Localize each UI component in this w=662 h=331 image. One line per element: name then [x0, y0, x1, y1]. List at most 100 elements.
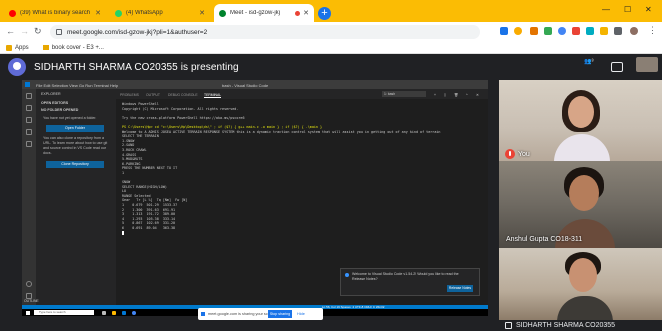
tab-title: Meet - isd-gzow-jkj — [230, 10, 281, 16]
extension-icon[interactable] — [530, 27, 538, 35]
address-bar[interactable]: meet.google.com/isd-gzow-jkj?pli=1&authu… — [50, 25, 480, 39]
person-face — [569, 175, 599, 211]
shared-screen: File Edit Selection View Go Run Terminal… — [22, 80, 488, 316]
extension-icon[interactable] — [572, 27, 580, 35]
explorer-sidebar: EXPLORER OPEN EDITORS NO FOLDER OPENED Y… — [36, 89, 116, 305]
task-view-icon[interactable] — [102, 310, 106, 315]
terminal-output[interactable]: Windows PowerShell Copyright (C) Microsof… — [122, 102, 482, 235]
more-menu-icon[interactable]: ⋮ — [648, 25, 657, 36]
forward-icon[interactable]: → — [20, 26, 29, 36]
browser-tab-meet[interactable]: Meet - isd-gzow-jkj ✕ — [214, 4, 314, 22]
profile-avatar[interactable] — [630, 27, 638, 35]
bookmark-book-cover[interactable]: book cover - E3 +... — [42, 44, 104, 51]
minimize-icon[interactable]: — — [602, 5, 610, 14]
trash-icon[interactable]: 🗑 — [454, 93, 458, 97]
bookmark-label: book cover - E3 +... — [51, 44, 104, 51]
person-face — [569, 258, 597, 292]
meet-icon — [219, 9, 226, 17]
explorer-header: EXPLORER — [41, 92, 61, 96]
lock-icon — [56, 29, 62, 35]
puzzle-icon[interactable] — [614, 27, 622, 35]
tab-title: (39) What is binary search - Yo... — [20, 10, 92, 16]
browser-toolbar: ← → ↻ meet.google.com/isd-gzow-jkj?pli=1… — [0, 22, 662, 42]
shell-select[interactable]: 1: bash — [382, 91, 426, 97]
new-terminal-icon[interactable]: + — [434, 93, 436, 97]
chat-icon[interactable] — [611, 62, 623, 72]
extension-icon[interactable] — [600, 27, 608, 35]
explorer-icon[interactable] — [26, 93, 32, 99]
participants-count-icon[interactable]: 👥³ — [584, 58, 593, 65]
search-icon[interactable] — [26, 105, 32, 111]
clone-repository-button[interactable]: Clone Repository — [46, 161, 104, 168]
bookmark-label: Apps — [15, 44, 29, 51]
mic-off-icon — [505, 149, 515, 159]
close-icon[interactable]: ✕ — [199, 9, 205, 17]
presenting-header: SIDHARTH SHARMA CO20355 is presenting 👥³ — [0, 54, 662, 80]
vscode-taskbar-icon[interactable] — [122, 310, 126, 315]
maximize-panel-icon[interactable]: ^ — [466, 93, 468, 97]
maximize-icon[interactable]: ☐ — [624, 5, 631, 14]
close-icon[interactable]: ✕ — [303, 9, 309, 17]
presenter-avatar — [8, 58, 26, 76]
tab-debug-console[interactable]: DEBUG CONSOLE — [168, 93, 198, 97]
presenter-label-bar: SIDHARTH SHARMA CO20355 — [0, 320, 662, 331]
sharing-status: meet.google.com is sharing your screen. — [208, 312, 277, 316]
run-icon[interactable] — [26, 129, 32, 135]
outline-section[interactable]: OUTLINE — [24, 299, 39, 303]
tab-terminal[interactable]: TERMINAL — [204, 93, 222, 98]
terminal-cursor — [122, 230, 124, 235]
stop-sharing-button[interactable]: Stop sharing — [268, 310, 292, 318]
apps-icon — [6, 44, 12, 51]
windows-start-icon[interactable] — [26, 310, 30, 315]
share-indicator-icon — [201, 312, 205, 316]
extensions-icon[interactable] — [26, 141, 32, 147]
hide-button[interactable]: Hide — [297, 312, 305, 316]
vscode-window-title: bash - Visual Studio Code — [222, 82, 269, 88]
folder-icon — [42, 45, 49, 50]
back-icon[interactable]: ← — [6, 26, 15, 36]
activity-bar — [22, 89, 36, 305]
participant-tile-you[interactable]: You — [499, 80, 662, 161]
close-icon[interactable]: ✕ — [95, 9, 101, 17]
camera-indicator-icon[interactable] — [500, 27, 508, 35]
open-editors-section[interactable]: OPEN EDITORS — [41, 101, 68, 105]
info-icon — [345, 273, 349, 277]
extension-icon[interactable] — [586, 27, 594, 35]
account-icon[interactable] — [26, 281, 32, 287]
new-tab-button[interactable]: + — [318, 7, 331, 20]
presenting-text: SIDHARTH SHARMA CO20355 is presenting — [34, 62, 239, 73]
close-panel-icon[interactable]: ✕ — [476, 93, 479, 97]
reload-icon[interactable]: ↻ — [34, 26, 42, 37]
notification-message: Welcome to Visual Studio Code v1.54.2! W… — [352, 272, 459, 281]
whatsapp-icon — [115, 9, 122, 17]
source-control-icon[interactable] — [26, 117, 32, 123]
presentation-icon — [505, 322, 512, 329]
browser-tab-whatsapp[interactable]: (4) WhatsApp ✕ — [110, 4, 210, 22]
open-folder-button[interactable]: Open Folder — [46, 125, 104, 132]
meet-window: (39) What is binary search - Yo... ✕ (4)… — [0, 0, 662, 331]
youtube-icon — [9, 9, 16, 17]
self-view-thumbnail[interactable] — [636, 57, 658, 72]
chrome-taskbar-icon[interactable] — [132, 310, 136, 315]
release-notes-button[interactable]: Release Notes — [447, 285, 473, 292]
bookmark-apps[interactable]: Apps — [6, 44, 29, 51]
no-folder-text: You have not yet opened a folder. — [43, 116, 97, 120]
participant-tile-anshul[interactable]: Anshul Gupta CO18-311 — [499, 161, 662, 248]
terminal-line: Welcome to A ADHIS JOSEA ACTIVE TERRAIN … — [122, 129, 441, 134]
participant-tile-sidharth[interactable] — [499, 248, 662, 320]
release-notes-notification: Welcome to Visual Studio Code v1.54.2! W… — [340, 268, 480, 296]
tab-problems[interactable]: PROBLEMS — [120, 93, 139, 97]
star-icon[interactable] — [514, 27, 522, 35]
participant-name: Anshul Gupta CO18-311 — [506, 236, 583, 243]
tab-output[interactable]: OUTPUT — [146, 93, 160, 97]
file-explorer-icon[interactable] — [112, 310, 116, 315]
taskbar-search[interactable]: Type here to search — [34, 310, 94, 315]
extension-icon[interactable] — [544, 27, 552, 35]
person-face — [568, 96, 594, 128]
split-terminal-icon[interactable]: ▯ — [444, 93, 446, 97]
clone-text: You can also clone a repository from a U… — [43, 136, 108, 155]
no-folder-section[interactable]: NO FOLDER OPENED — [41, 108, 78, 112]
extension-icon[interactable] — [558, 27, 566, 35]
close-window-icon[interactable]: ✕ — [645, 5, 652, 14]
browser-tab-youtube[interactable]: (39) What is binary search - Yo... ✕ — [4, 4, 106, 22]
